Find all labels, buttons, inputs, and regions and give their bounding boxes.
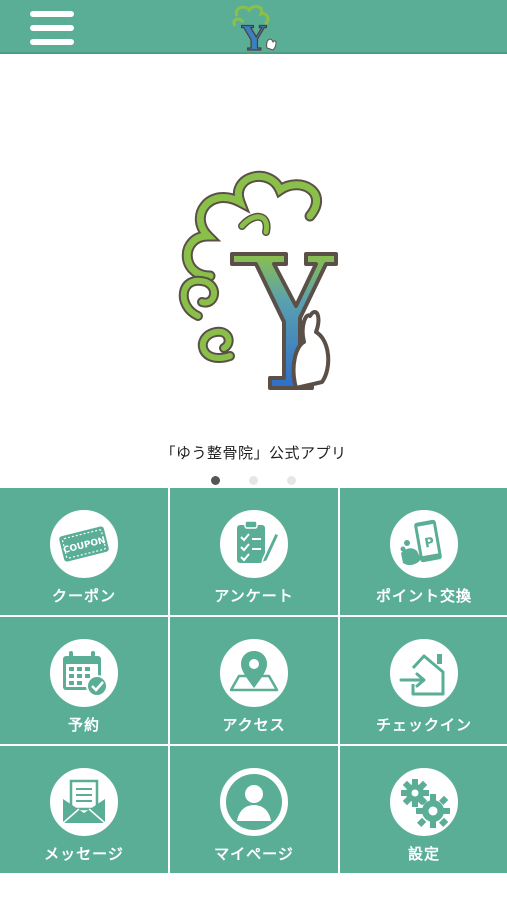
point-exchange-phone-icon: P: [390, 510, 458, 578]
hero-carousel[interactable]: [0, 56, 507, 436]
carousel-indicator: [0, 470, 507, 489]
tile-access[interactable]: アクセス: [170, 617, 338, 744]
tile-mypage[interactable]: マイページ: [170, 746, 338, 873]
app-caption: 「ゆう整骨院」公式アプリ: [160, 444, 347, 462]
tile-reservation[interactable]: 予約: [0, 617, 168, 744]
carousel-dot-2[interactable]: [249, 476, 258, 485]
calendar-reservation-icon: [50, 639, 118, 707]
tile-label: マイページ: [214, 845, 294, 863]
tile-label: チェックイン: [375, 716, 472, 734]
tile-point-exchange[interactable]: P ポイント交換: [340, 488, 507, 615]
tile-label: クーポン: [51, 587, 116, 605]
yu-seikotsuin-logo: [178, 170, 338, 390]
tile-checkin[interactable]: チェックイン: [340, 617, 507, 744]
tile-coupon[interactable]: COUPON クーポン: [0, 488, 168, 615]
yu-logo-icon: Y: [232, 5, 277, 54]
tile-message[interactable]: メッセージ: [0, 746, 168, 873]
carousel-dot-1[interactable]: [210, 476, 220, 485]
hamburger-menu-icon[interactable]: [30, 11, 74, 45]
tile-label: 設定: [407, 845, 440, 863]
survey-clipboard-icon: [220, 510, 288, 578]
bottom-spacer: [0, 876, 507, 900]
app-header: Y: [0, 0, 507, 54]
menu-grid: COUPON クーポン アンケート P ポイント交換 予約 アクセス チェックイ…: [0, 488, 507, 876]
tile-settings[interactable]: 設定: [340, 746, 507, 873]
message-envelope-icon: [50, 768, 118, 836]
tile-label: アクセス: [222, 716, 286, 734]
tile-label: 予約: [67, 716, 100, 734]
tile-label: メッセージ: [44, 845, 124, 863]
user-profile-icon: [220, 768, 288, 836]
carousel-dot-3[interactable]: [287, 476, 297, 485]
tile-survey[interactable]: アンケート: [170, 488, 338, 615]
checkin-house-icon: [390, 639, 458, 707]
header-logo-letter: Y: [241, 19, 267, 54]
tile-label: アンケート: [214, 587, 294, 605]
coupon-icon: COUPON: [50, 510, 118, 578]
settings-gears-icon: [390, 768, 458, 836]
tile-label: ポイント交換: [375, 587, 472, 605]
map-pin-icon: [220, 639, 288, 707]
